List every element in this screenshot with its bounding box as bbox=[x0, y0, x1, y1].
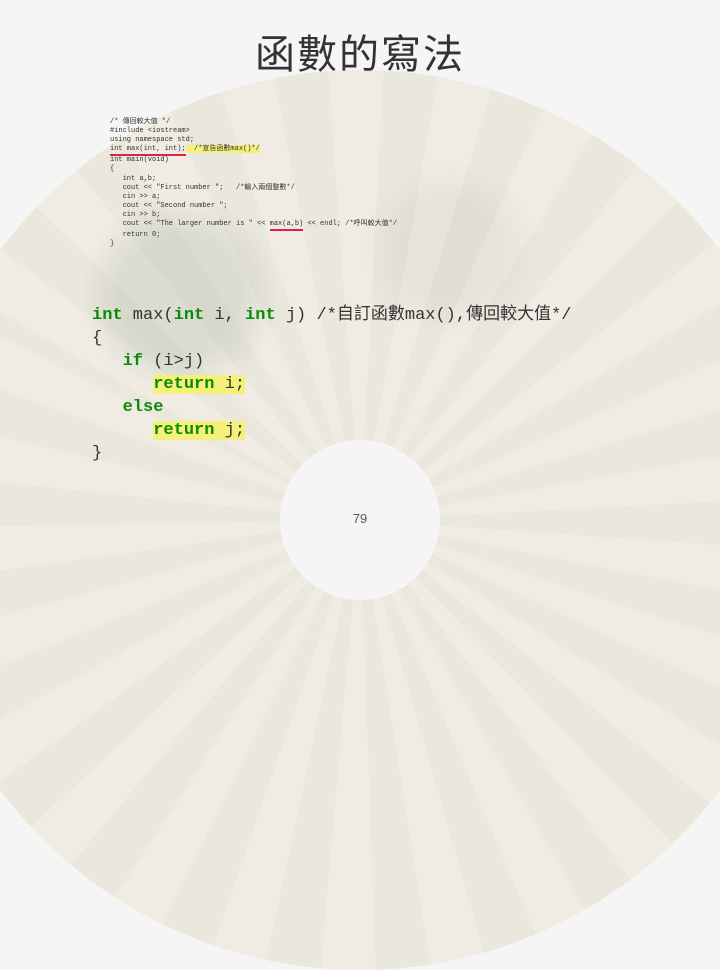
code-line: using namespace std; bbox=[110, 136, 194, 144]
code-indent bbox=[92, 398, 123, 417]
code-line: cin >> a; bbox=[110, 193, 160, 201]
code-text-highlight: j; bbox=[214, 421, 245, 440]
code-block-large: int max(int i, int j) /*自訂函數max(),傳回較大值*… bbox=[92, 305, 572, 466]
code-declaration-highlight: int max(int, int); bbox=[110, 145, 186, 156]
code-text: i, bbox=[204, 306, 245, 325]
code-line-part: cout << "The larger number is " << bbox=[110, 220, 270, 228]
keyword-return-highlight: return bbox=[153, 375, 214, 394]
code-line: } bbox=[92, 444, 102, 463]
page-number: 79 bbox=[0, 511, 720, 526]
code-line: { bbox=[110, 165, 114, 173]
code-comment-highlight: /*宣告函數max()*/ bbox=[186, 145, 260, 153]
code-line: cout << "Second number "; bbox=[110, 202, 228, 210]
keyword-else: else bbox=[123, 398, 164, 417]
code-indent bbox=[92, 421, 153, 440]
code-indent bbox=[92, 352, 123, 371]
code-line: /* 傳回較大值 */ bbox=[110, 118, 170, 126]
code-line: #include <iostream> bbox=[110, 127, 190, 135]
keyword-int: int bbox=[245, 306, 276, 325]
page-title: 函數的寫法 bbox=[0, 22, 720, 80]
code-text-highlight: i; bbox=[214, 375, 245, 394]
keyword-int: int bbox=[174, 306, 205, 325]
code-line: } bbox=[110, 240, 114, 248]
code-line: { bbox=[92, 329, 102, 348]
code-line: int main(void) bbox=[110, 156, 169, 164]
code-block-small: /* 傳回較大值 */ #include <iostream> using na… bbox=[110, 118, 630, 249]
code-line: return 0; bbox=[110, 231, 160, 239]
code-text: j) bbox=[276, 306, 317, 325]
code-line: cin >> b; bbox=[110, 211, 160, 219]
code-comment: /*自訂函數max(),傳回較大值*/ bbox=[316, 306, 571, 325]
code-call-highlight: max(a,b) bbox=[270, 220, 304, 231]
code-indent bbox=[92, 375, 153, 394]
keyword-return-highlight: return bbox=[153, 421, 214, 440]
code-line: int a,b; bbox=[110, 175, 156, 183]
code-line: cout << "First number "; /*輸入兩個整數*/ bbox=[110, 184, 295, 192]
code-line-part: << endl; /*呼叫較大值*/ bbox=[303, 220, 397, 228]
code-text: (i>j) bbox=[143, 352, 204, 371]
keyword-int: int bbox=[92, 306, 123, 325]
code-text: max( bbox=[123, 306, 174, 325]
keyword-if: if bbox=[123, 352, 143, 371]
